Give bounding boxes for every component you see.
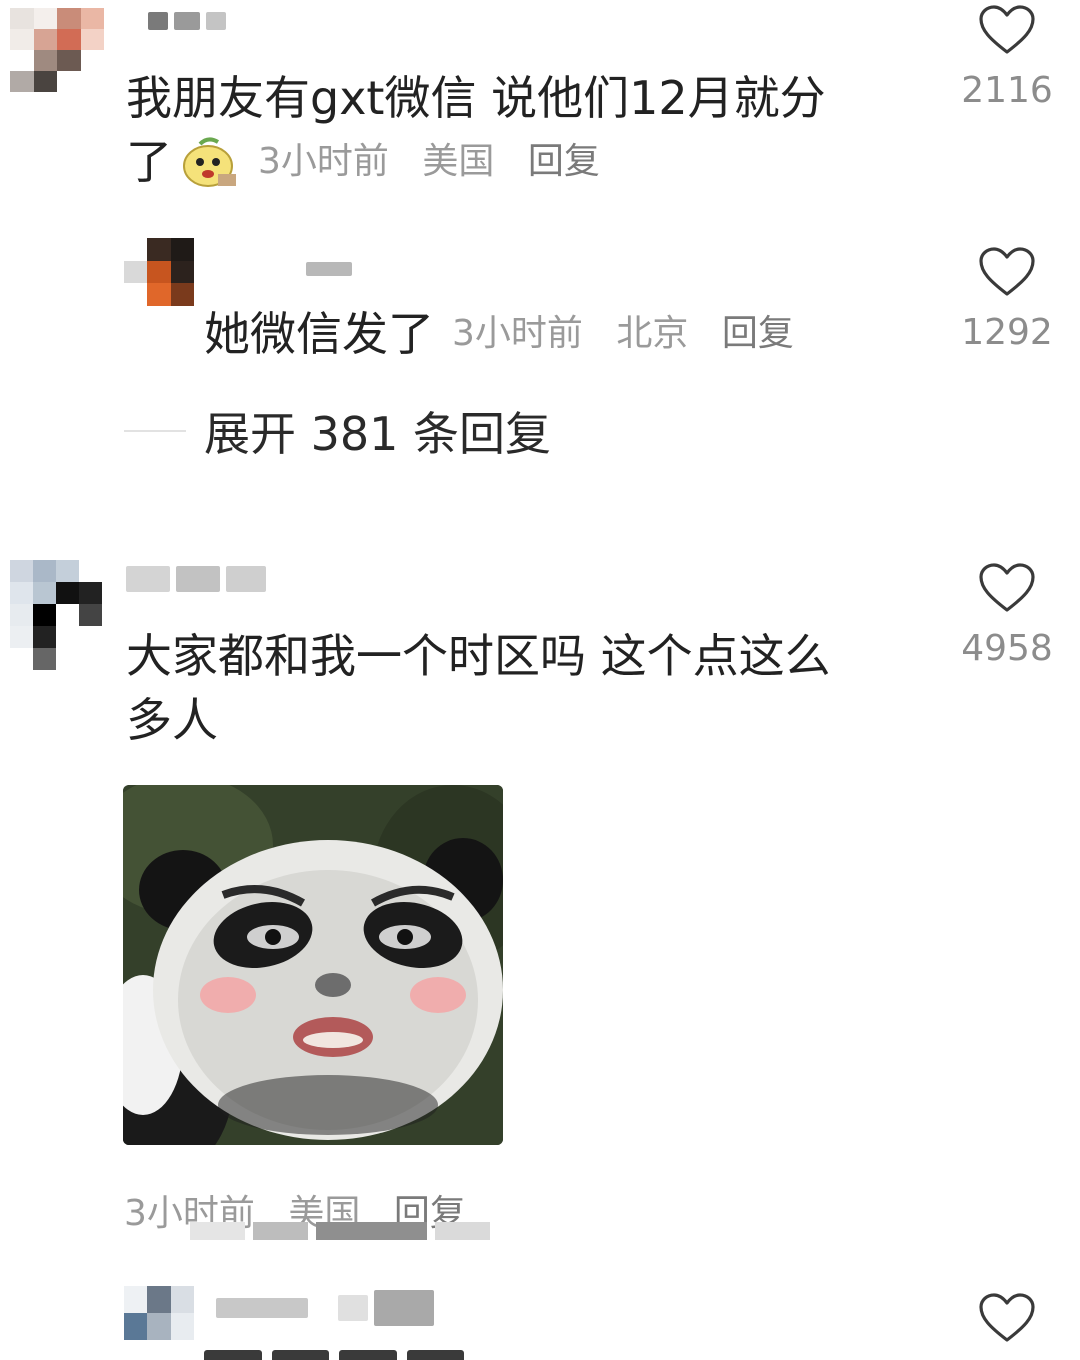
like-count: 2116 [961, 70, 1053, 111]
reply-button[interactable]: 回复 [722, 313, 794, 354]
avatar[interactable] [124, 238, 194, 306]
comment-text: 大家都和我一个时区吗 这个点这么 多人 [126, 629, 831, 747]
like-button[interactable]: 1292 [952, 246, 1062, 353]
panda-meme-sticker[interactable] [123, 785, 503, 1145]
like-button[interactable]: 2116 [952, 4, 1062, 111]
like-button[interactable]: 4958 [952, 562, 1062, 669]
heart-outline-icon [979, 247, 1035, 296]
cropped-next-comment [204, 1350, 464, 1360]
comment-text: 我朋友有gxt微信 说他们12月就分 了 3小时前 美国 回复 [126, 66, 926, 194]
like-button[interactable] [952, 1292, 1062, 1344]
username[interactable] [148, 12, 226, 30]
blurred-strip [190, 1222, 491, 1240]
expand-replies-button[interactable]: 展开 381 条回复 [124, 398, 551, 464]
divider [124, 430, 186, 432]
heart-outline-icon [979, 563, 1035, 612]
comment-location: 美国 [422, 141, 495, 182]
comment-text: 她微信发了 3小时前 北京 回复 [204, 302, 816, 366]
username[interactable] [126, 566, 266, 592]
heart-outline-icon [979, 5, 1035, 54]
avatar[interactable] [10, 560, 102, 670]
expand-replies-label: 展开 381 条回复 [204, 407, 552, 461]
banana-face-emoji [178, 134, 240, 190]
comment-time: 3小时前 [452, 313, 583, 354]
avatar[interactable] [10, 8, 104, 92]
username[interactable] [306, 262, 352, 276]
heart-outline-icon [979, 1293, 1035, 1342]
comment-time: 3小时前 [258, 141, 389, 182]
comment-meta: 3小时前 美国 回复 [258, 130, 622, 194]
comment-list: 我朋友有gxt微信 说他们12月就分 了 3小时前 美国 回复 2116 她微信… [0, 0, 1080, 1360]
like-count: 4958 [961, 628, 1053, 669]
comment-meta: 3小时前 北京 回复 [452, 302, 816, 366]
avatar[interactable] [124, 1286, 194, 1340]
comment-location: 北京 [616, 313, 689, 354]
like-count: 1292 [961, 312, 1053, 353]
username[interactable] [216, 1290, 434, 1326]
reply-button[interactable]: 回复 [528, 141, 600, 182]
